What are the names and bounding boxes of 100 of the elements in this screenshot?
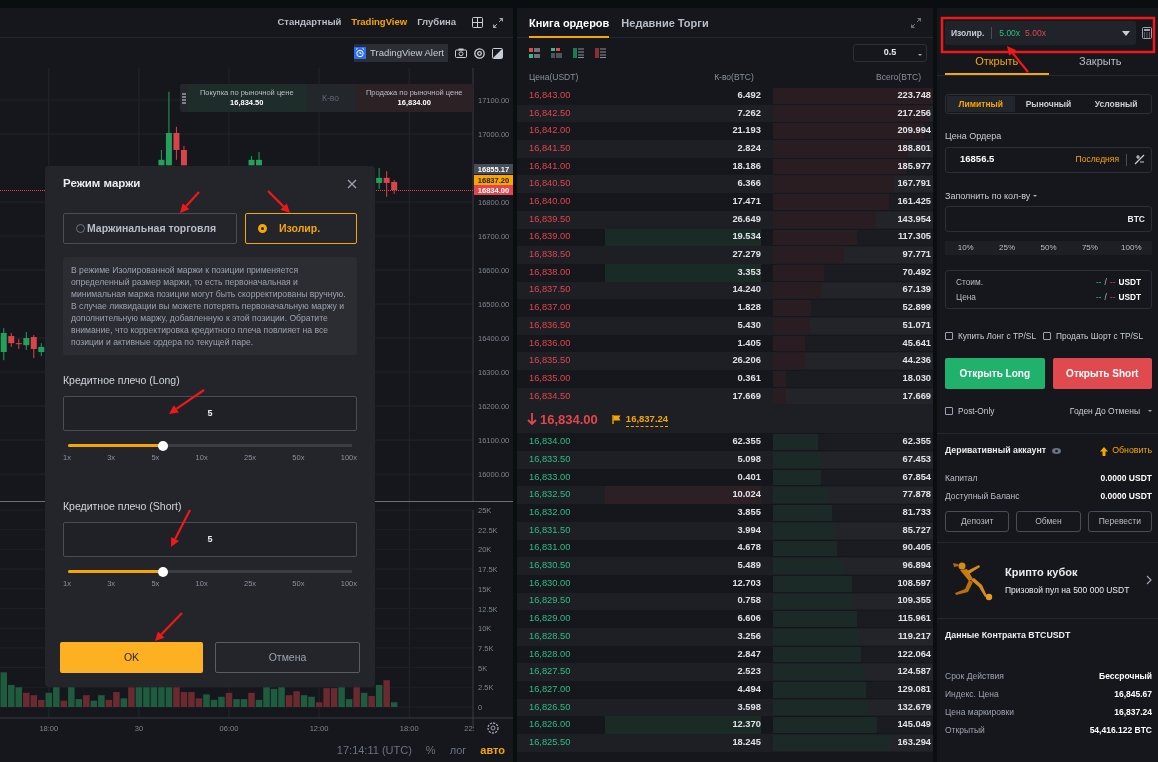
book-layout-icon[interactable]: [551, 48, 562, 58]
open-short-button[interactable]: Открыть Short: [1052, 358, 1152, 390]
alert-button[interactable]: TradingView Alert: [354, 43, 448, 63]
price-cell-text: 16,839.00: [529, 230, 572, 244]
summary-label: Цена: [956, 291, 976, 304]
refresh-link[interactable]: Обновить: [1112, 444, 1152, 458]
checkbox[interactable]: [1043, 332, 1052, 341]
margin-mode-selector[interactable]: Изолир. 5.00x 5.00x: [945, 21, 1136, 45]
scale-mode[interactable]: %: [425, 741, 436, 759]
price-cell-text: 16,830.00: [529, 576, 572, 590]
tab[interactable]: Книга ордеров: [529, 8, 610, 38]
expand-icon[interactable]: [911, 17, 921, 28]
view-tab[interactable]: Глубина: [417, 15, 456, 30]
checkbox-label[interactable]: Купить Лонг с TP/SL: [958, 330, 1037, 343]
alarm-clock-icon: [354, 47, 367, 59]
caret-icon: [1033, 195, 1038, 198]
total-cell-text: 44.236: [902, 354, 931, 368]
row-value: 0.0000 USDT: [1100, 489, 1152, 503]
quantity-field[interactable]: BTC: [945, 206, 1152, 232]
field-label: Кредитное плечо (Short): [63, 499, 183, 514]
expand-icon[interactable]: [493, 17, 503, 28]
close-icon[interactable]: [347, 179, 357, 189]
field-label: Заполнить по кол-ву: [945, 189, 1031, 203]
percent-button[interactable]: 100%: [1110, 241, 1153, 255]
promo-title: Крипто кубок: [1005, 565, 1079, 580]
price-input[interactable]: 16856.5: [960, 152, 1072, 167]
percent-button[interactable]: 10%: [945, 241, 987, 255]
quantity-cell-text: 17.471: [731, 195, 761, 208]
row-label: Цена маркировки: [945, 705, 1015, 719]
leverage-field[interactable]: 5: [63, 395, 357, 431]
row-value: 16,845.67: [1114, 687, 1152, 701]
layout-icon[interactable]: [492, 47, 503, 59]
view-tab[interactable]: TradingView: [351, 15, 408, 30]
total-cell-text: 185.977: [897, 159, 931, 173]
checkbox-label[interactable]: Post-Only: [958, 405, 995, 418]
arrow-up-icon: [1100, 446, 1109, 456]
description-text: В режиме Изолированной маржи к позиции применяется определенный размер маржи, то есть первоначальная и минимальная маржа позиции могут быть скорректированы вручную. В случае ликвидации вы можете потерять первоначальную маржу и дополнительную маржу, добавленную к этой позиции. Обратите внимание, что корректировка кредитного плеча повлияет на все позиции и активные ордера по текущей паре.: [63, 257, 357, 355]
grid-icon[interactable]: [472, 17, 483, 28]
book-layout-icon[interactable]: [529, 48, 540, 58]
slider-thumb[interactable]: [157, 566, 168, 577]
row-value: 0.0000 USDT: [1100, 471, 1152, 485]
leverage-field[interactable]: 5: [63, 521, 357, 557]
percent-button[interactable]: 75%: [1069, 241, 1111, 255]
mark-price[interactable]: 16,837.24: [625, 411, 669, 427]
quantity-cell-text: 5.098: [736, 452, 761, 466]
percent-button[interactable]: 50%: [1027, 241, 1070, 255]
column-header: Всего(BTC): [875, 71, 921, 84]
settings-icon[interactable]: [474, 47, 485, 59]
total-cell-text: 143.954: [897, 212, 931, 226]
camera-icon[interactable]: [455, 48, 467, 58]
scale-mode[interactable]: авто: [480, 741, 505, 759]
quantity-cell-text: 18.186: [731, 159, 761, 173]
margin-mode-option[interactable]: Маржинальная торговля: [63, 213, 237, 244]
slider-thumb[interactable]: [157, 440, 168, 451]
chevron-right-icon[interactable]: [1146, 575, 1152, 586]
view-tab[interactable]: Стандартный: [277, 15, 342, 30]
plus-minus-icon[interactable]: [1134, 154, 1145, 165]
account-button[interactable]: Обмен: [1016, 510, 1081, 532]
price-cell-text: 16,841.00: [529, 159, 572, 173]
row-label: Доступный Баланс: [945, 489, 1020, 503]
cancel-button[interactable]: Отмена: [215, 642, 360, 673]
quantity-cell: 12.370: [604, 716, 761, 735]
scale-mode[interactable]: лог: [449, 741, 467, 759]
precision-dropdown[interactable]: 0.5: [853, 44, 927, 62]
checkbox[interactable]: [945, 407, 953, 416]
price-field[interactable]: 16856.5 Последняя: [945, 146, 1152, 173]
quantity-cell-text: 21.193: [731, 124, 761, 138]
last-price-link[interactable]: Последняя: [1075, 153, 1119, 166]
sell-value: --: [1109, 277, 1116, 287]
quantity-cell-text: 4.678: [736, 541, 761, 555]
asks-layout-icon[interactable]: [595, 48, 606, 58]
tab[interactable]: Закрыть: [1048, 50, 1152, 75]
eye-icon[interactable]: [1052, 448, 1062, 455]
calculator-icon[interactable]: [1142, 27, 1152, 39]
radio-icon: [258, 224, 267, 233]
percent-button[interactable]: 25%: [986, 241, 1028, 255]
order-type-tab[interactable]: Условный: [1082, 96, 1150, 112]
settings-icon[interactable]: [487, 722, 499, 734]
price-cell-text: 16,832.00: [529, 506, 572, 519]
quantity-cell-text: 3.994: [736, 523, 761, 537]
price-cell-text: 16,835.50: [529, 354, 572, 368]
checkbox-label[interactable]: Продать Шорт с TP/SL: [1056, 330, 1143, 343]
bids-layout-icon[interactable]: [573, 48, 584, 58]
tab[interactable]: Недавние Торги: [621, 8, 709, 38]
price-cell-text: 16,833.00: [529, 470, 572, 484]
time-in-force-dropdown[interactable]: Годен До Отмены: [1069, 405, 1140, 418]
total-cell-text: 62.355: [902, 435, 931, 449]
checkbox[interactable]: [945, 332, 953, 341]
order-type-tab[interactable]: Лимитный: [947, 96, 1015, 112]
margin-mode-option[interactable]: Изолир.: [245, 213, 357, 244]
quantity-cell-text: 17.669: [731, 389, 761, 403]
price-cell-text: 16,831.00: [529, 541, 572, 555]
sell-value: --: [1109, 292, 1116, 302]
confirm-button[interactable]: OK: [60, 642, 203, 673]
account-button[interactable]: Перевести: [1087, 510, 1152, 532]
row-value: 16,837.24: [1114, 705, 1152, 719]
annotation-arrow: [267, 190, 290, 213]
account-button[interactable]: Депозит: [945, 510, 1010, 532]
total-cell-text: 67.453: [902, 452, 931, 466]
order-type-tab[interactable]: Рыночный: [1014, 96, 1083, 112]
